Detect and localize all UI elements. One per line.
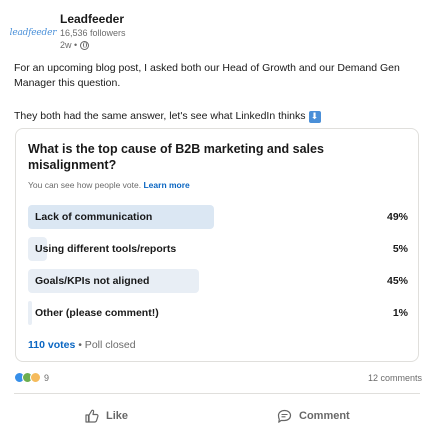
linkedin-post: leadfeeder Leadfeeder 16,536 followers 2… (0, 0, 434, 441)
poll-option-4: Other (please comment!) 1% (28, 301, 408, 325)
company-logo[interactable]: leadfeeder (10, 18, 57, 48)
thumbs-up-icon (84, 408, 100, 424)
poll-option-label: Lack of communication (35, 211, 153, 223)
logo-wordmark: leadfeeder (9, 28, 57, 38)
poll-option-label: Goals/KPIs not aligned (35, 275, 150, 287)
insightful-reaction-icon (30, 372, 41, 383)
post-age: 2w • (60, 40, 78, 50)
poll-option-3: Goals/KPIs not aligned 45% (28, 269, 408, 293)
poll-visibility-note: You can see how people vote. Learn more (28, 180, 190, 190)
like-label: Like (106, 410, 129, 422)
follower-count: 16,536 followers (60, 28, 126, 38)
comments-count-link[interactable]: 12 comments (368, 373, 422, 383)
visibility-text: You can see how people vote. (28, 180, 142, 190)
post-text-paragraph: For an upcoming blog post, I asked both … (14, 62, 400, 89)
down-arrow-icon: ⬇ (308, 110, 321, 123)
post-meta: 2w • (60, 40, 90, 50)
poll-card: What is the top cause of B2B marketing a… (15, 128, 419, 362)
reaction-count: 9 (44, 372, 50, 383)
social-counts: 9 12 comments (14, 372, 422, 386)
poll-option-percent: 1% (392, 307, 408, 319)
poll-option-label: Other (please comment!) (35, 307, 159, 319)
post-header: leadfeeder Leadfeeder 16,536 followers 2… (10, 10, 414, 56)
poll-option-2: Using different tools/reports 5% (28, 237, 408, 261)
divider (14, 393, 420, 394)
poll-option-percent: 45% (386, 275, 408, 287)
like-button[interactable]: Like (84, 404, 128, 428)
poll-option-percent: 5% (392, 243, 408, 255)
learn-more-link[interactable]: Learn more (143, 180, 189, 190)
globe-icon (80, 40, 90, 50)
poll-footer: 110 votes • Poll closed (28, 339, 136, 351)
poll-option-bar (28, 301, 32, 325)
poll-option-percent: 49% (386, 211, 408, 223)
company-name[interactable]: Leadfeeder (60, 12, 124, 26)
vote-count-link[interactable]: 110 votes (28, 339, 75, 351)
poll-question: What is the top cause of B2B marketing a… (28, 142, 324, 172)
poll-option-1: Lack of communication 49% (28, 205, 408, 229)
comment-label: Comment (299, 410, 350, 422)
poll-status: • Poll closed (78, 339, 136, 351)
post-text-line: They both had the same answer, let's see… (14, 110, 306, 122)
reactions[interactable]: 9 (14, 372, 49, 383)
poll-option-label: Using different tools/reports (35, 243, 177, 255)
post-text-paragraph-2: They both had the same answer, let's see… (14, 109, 424, 124)
comment-icon (276, 408, 293, 424)
comment-button[interactable]: Comment (276, 404, 350, 428)
